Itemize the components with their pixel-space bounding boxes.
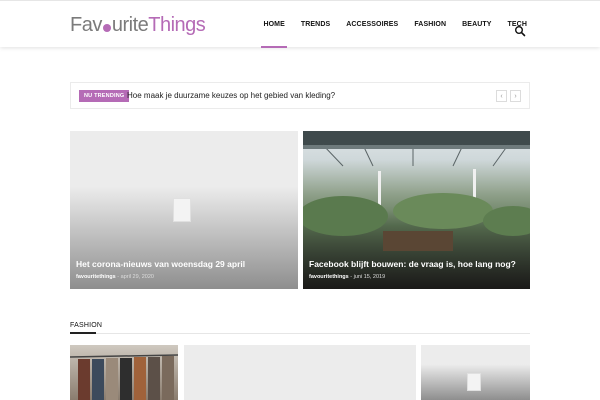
fashion-card-2[interactable] — [184, 345, 416, 400]
featured-card-title[interactable]: Facebook blijft bouwen: de vraag is, hoe… — [309, 259, 516, 269]
featured-card-1[interactable]: Het corona-nieuws van woensdag 29 april … — [70, 131, 298, 289]
nav-item-accessoires[interactable]: ACCESSOIRES — [338, 1, 406, 48]
section-underline — [70, 332, 96, 334]
nav-item-beauty[interactable]: BEAUTY — [454, 1, 499, 48]
placeholder-image-icon — [173, 198, 191, 222]
logo-text-part1: Fav — [70, 13, 102, 36]
featured-card-title[interactable]: Het corona-nieuws van woensdag 29 april — [76, 259, 245, 269]
site-header: Fav urite Things HOME TRENDS ACCESSOIRES F… — [0, 0, 600, 48]
site-logo[interactable]: Fav urite Things — [70, 13, 206, 37]
logo-text-part3: Things — [148, 13, 206, 36]
fashion-card-1[interactable] — [70, 345, 178, 400]
placeholder-image-icon — [467, 373, 481, 391]
fashion-card-3[interactable] — [421, 345, 530, 400]
trending-badge: NU TRENDING — [79, 90, 130, 102]
card-date: juni 15, 2019 — [353, 274, 386, 280]
chevron-right-icon[interactable]: › — [510, 90, 521, 102]
trending-bar: NU TRENDING Hoe maak je duurzame keuzes … — [70, 82, 530, 109]
featured-card-2[interactable]: Facebook blijft bouwen: de vraag is, hoe… — [303, 131, 530, 289]
trending-headline-link[interactable]: Hoe maak je duurzame keuzes op het gebie… — [127, 90, 335, 102]
card-author[interactable]: favouritethings — [309, 274, 349, 280]
search-icon[interactable] — [514, 24, 526, 37]
chevron-left-icon[interactable]: ‹ — [496, 90, 507, 102]
card-date: april 29, 2020 — [120, 274, 154, 280]
section-divider — [70, 333, 530, 334]
nav-item-fashion[interactable]: FASHION — [406, 1, 454, 48]
featured-card-meta: favouritethings - april 29, 2020 — [76, 274, 154, 280]
nav-item-trends[interactable]: TRENDS — [293, 1, 338, 48]
featured-card-meta: favouritethings - juni 15, 2019 — [309, 274, 385, 280]
clothing-rack-photo — [70, 354, 178, 400]
card-author[interactable]: favouritethings — [76, 274, 116, 280]
nav-item-home[interactable]: HOME — [255, 1, 292, 48]
section-title-fashion[interactable]: FASHION — [70, 322, 102, 329]
logo-dot — [102, 24, 111, 32]
logo-text-part2: urite — [111, 13, 149, 36]
main-nav: HOME TRENDS ACCESSOIRES FASHION BEAUTY T… — [255, 1, 535, 48]
